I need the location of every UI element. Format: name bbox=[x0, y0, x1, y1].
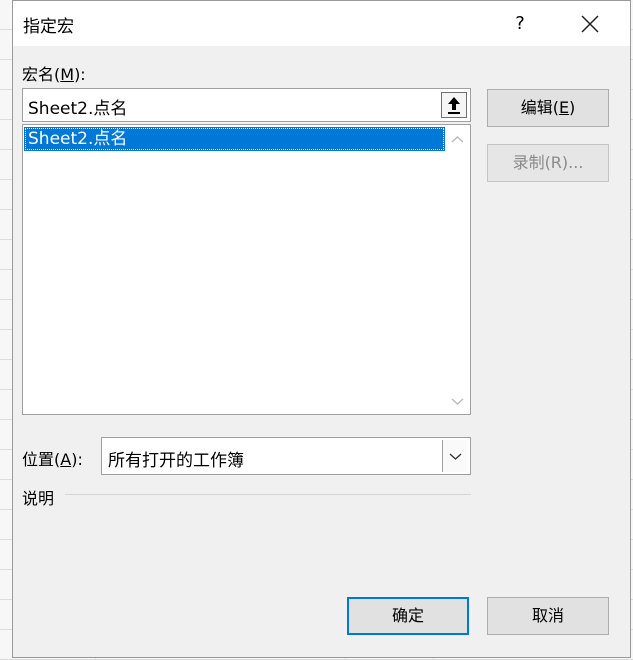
macro-name-label: 宏名(M): bbox=[22, 65, 86, 84]
record-button[interactable]: 录制(R)... bbox=[487, 144, 609, 182]
upload-arrow-icon bbox=[448, 97, 460, 114]
location-select[interactable]: 所有打开的工作簿 bbox=[101, 437, 471, 475]
collapse-dialog-button[interactable] bbox=[441, 92, 467, 118]
edit-button[interactable]: 编辑(E) bbox=[487, 89, 609, 127]
description-divider bbox=[65, 494, 471, 495]
description-label: 说明 bbox=[22, 489, 55, 508]
title-bar: 指定宏 ? bbox=[13, 1, 630, 46]
cancel-button[interactable]: 取消 bbox=[487, 597, 609, 635]
chevron-down-icon bbox=[449, 453, 462, 460]
help-button[interactable]: ? bbox=[505, 10, 535, 38]
assign-macro-dialog: 指定宏 ? 宏名(M): Sheet2.点名 Sheet2.点名 编辑(E) 录… bbox=[12, 0, 631, 658]
macro-name-input[interactable]: Sheet2.点名 bbox=[22, 88, 471, 122]
dropdown-button[interactable] bbox=[442, 440, 468, 472]
close-icon bbox=[581, 15, 599, 33]
list-item[interactable]: Sheet2.点名 bbox=[24, 127, 445, 151]
chevron-down-icon bbox=[451, 398, 464, 406]
location-value: 所有打开的工作簿 bbox=[108, 451, 244, 471]
macro-name-value: Sheet2.点名 bbox=[28, 99, 128, 119]
list-scrollbar[interactable] bbox=[445, 125, 470, 414]
close-button[interactable] bbox=[573, 7, 607, 41]
ok-button[interactable]: 确定 bbox=[347, 597, 469, 635]
macro-list[interactable]: Sheet2.点名 bbox=[22, 124, 471, 415]
location-label: 位置(A): bbox=[22, 450, 83, 469]
dialog-title: 指定宏 bbox=[23, 17, 74, 37]
chevron-up-icon bbox=[451, 135, 464, 143]
